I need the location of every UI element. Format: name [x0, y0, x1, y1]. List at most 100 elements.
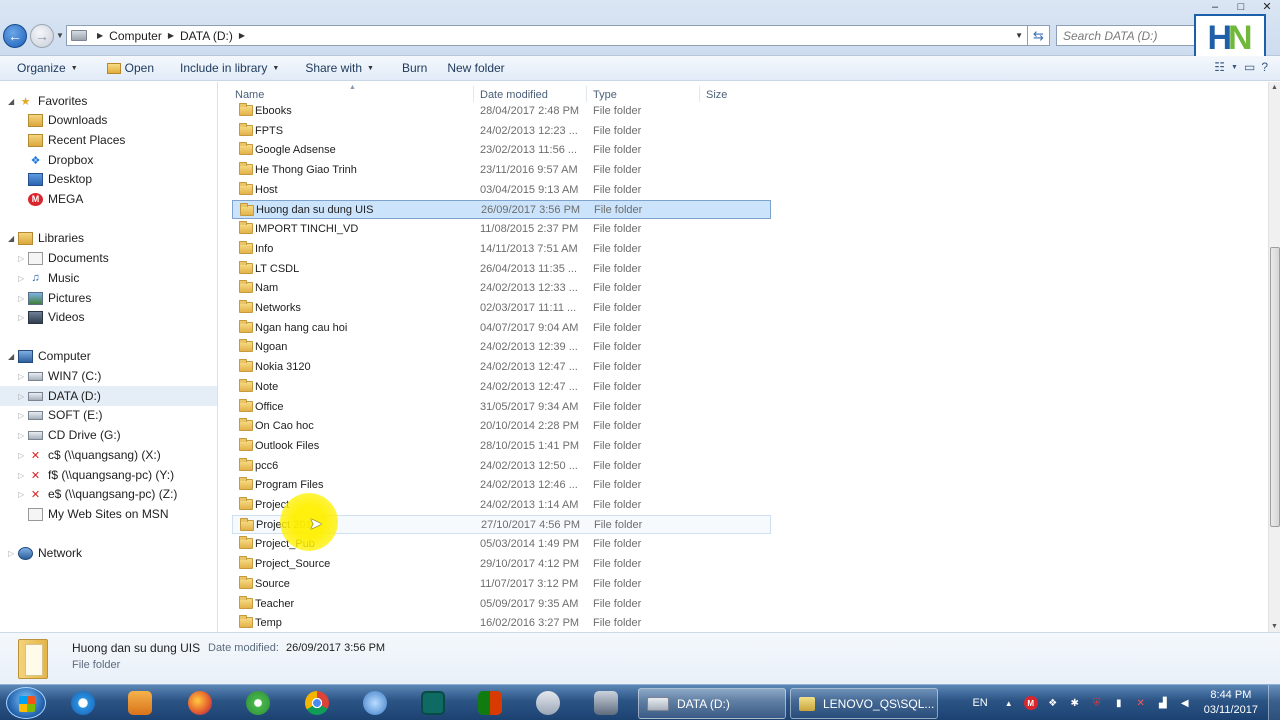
maximize-button[interactable]: □: [1228, 0, 1254, 15]
nav-item-documents[interactable]: ▷ Documents: [18, 248, 109, 268]
file-row[interactable]: Host 03/04/2015 9:13 AM File folder: [232, 180, 771, 199]
include-in-library-menu[interactable]: Include in library ▼: [172, 61, 287, 75]
network-signal-icon[interactable]: ▟: [1156, 696, 1170, 710]
recent-pages-dropdown-icon[interactable]: ▼: [56, 31, 64, 40]
volume-icon[interactable]: ◀: [1178, 696, 1192, 710]
show-hidden-icons-icon[interactable]: ▲: [1002, 696, 1016, 710]
chevron-right-icon[interactable]: ▶: [97, 31, 103, 40]
collapsed-triangle-icon[interactable]: ▷: [18, 313, 28, 322]
file-row[interactable]: On Cao hoc 20/10/2014 2:28 PM File folder: [232, 416, 771, 435]
file-row[interactable]: Google Adsense 23/02/2013 11:56 ... File f…: [232, 140, 771, 159]
collapsed-triangle-icon[interactable]: ▷: [18, 392, 28, 401]
taskbar-vs-app[interactable]: [359, 689, 391, 717]
forward-button[interactable]: →: [30, 24, 54, 48]
taskbar-chrome[interactable]: [301, 689, 333, 717]
file-row[interactable]: FPTS 24/02/2013 12:23 ... File folder: [232, 121, 771, 140]
file-row[interactable]: He Thong Giao Trinh 23/11/2016 9:57 AM Fil…: [232, 160, 771, 179]
column-divider[interactable]: [699, 86, 700, 102]
file-row[interactable]: Program Files 24/02/2013 12:46 ... File fo…: [232, 475, 771, 494]
file-row[interactable]: Huong dan su dung UIS 26/09/2017 3:56 PM F…: [232, 200, 771, 219]
breadcrumb-data-drive[interactable]: DATA (D:): [180, 29, 233, 43]
mega-tray-icon[interactable]: M: [1023, 696, 1038, 710]
nav-item-network-drive-y[interactable]: ▷ ✕ f$ (\\quangsang-pc) (Y:): [18, 465, 174, 485]
nav-item-mega[interactable]: M MEGA: [28, 189, 83, 209]
collapsed-triangle-icon[interactable]: ▷: [18, 451, 28, 460]
file-row[interactable]: Networks 02/03/2017 11:11 ... File folder: [232, 298, 771, 317]
nav-item-music[interactable]: ▷ ♫ Music: [18, 268, 79, 288]
change-view-icon[interactable]: ☷: [1214, 60, 1225, 74]
nav-favorites[interactable]: ◢ ★ Favorites: [8, 91, 87, 111]
nav-item-desktop[interactable]: Desktop: [28, 169, 92, 189]
file-row[interactable]: Temp 16/02/2016 3:27 PM File folder: [232, 613, 771, 632]
taskbar-media-player[interactable]: [124, 689, 156, 717]
power-tray-icon[interactable]: ▮: [1112, 696, 1126, 710]
column-header-date[interactable]: Date modified: [480, 89, 548, 101]
sync-tray-icon[interactable]: ✱: [1068, 696, 1082, 710]
taskbar-terminal-app[interactable]: [417, 689, 449, 717]
organize-menu[interactable]: Organize ▼: [9, 61, 86, 75]
taskbar-green-app[interactable]: [242, 689, 274, 717]
taskbar-internet-explorer[interactable]: [67, 689, 99, 717]
nav-computer[interactable]: ◢ Computer: [8, 346, 91, 366]
taskbar-sql-app[interactable]: [590, 689, 622, 717]
nav-item-downloads[interactable]: Downloads: [28, 110, 107, 130]
nav-item-cd-drive[interactable]: ▷ CD Drive (G:): [18, 425, 121, 445]
nav-item-data-drive[interactable]: ▷ DATA (D:): [0, 386, 217, 406]
collapsed-triangle-icon[interactable]: ▷: [18, 274, 28, 283]
clock[interactable]: 8:44 PM 03/11/2017: [1204, 688, 1258, 718]
close-button[interactable]: ✕: [1254, 0, 1280, 15]
share-with-menu[interactable]: Share with ▼: [297, 61, 382, 75]
scroll-thumb[interactable]: [1270, 247, 1280, 527]
column-header-size[interactable]: Size: [706, 89, 727, 101]
collapsed-triangle-icon[interactable]: ▷: [18, 490, 28, 499]
breadcrumb-computer[interactable]: Computer: [109, 29, 162, 43]
column-divider[interactable]: [586, 86, 587, 102]
taskbar-firefox[interactable]: [184, 689, 216, 717]
address-history-dropdown-icon[interactable]: ▼: [1015, 31, 1023, 40]
file-row[interactable]: Outlook Files 28/10/2015 1:41 PM File fold…: [232, 436, 771, 455]
file-row[interactable]: Note 24/02/2013 12:47 ... File folder: [232, 377, 771, 396]
help-icon[interactable]: ?: [1261, 60, 1268, 74]
task-button-sql[interactable]: LENOVO_QS\SQL...: [790, 688, 938, 719]
new-folder-button[interactable]: New folder: [439, 61, 512, 75]
column-divider[interactable]: [473, 86, 474, 102]
collapsed-triangle-icon[interactable]: ▷: [18, 431, 28, 440]
scroll-down-icon[interactable]: ▼: [1271, 623, 1278, 630]
taskbar-office-app[interactable]: [474, 689, 506, 717]
file-row[interactable]: LT CSDL 26/04/2013 11:35 ... File folder: [232, 259, 771, 278]
show-desktop-button[interactable]: [1268, 685, 1280, 720]
column-header-name[interactable]: Name: [235, 89, 264, 101]
start-button[interactable]: [6, 687, 46, 719]
chevron-right-icon[interactable]: ▶: [168, 31, 174, 40]
open-button[interactable]: Open: [99, 61, 162, 75]
security-tray-icon[interactable]: ⛨: [1090, 696, 1104, 710]
file-row[interactable]: pcc6 24/02/2013 12:50 ... File folder: [232, 456, 771, 475]
expanded-triangle-icon[interactable]: ◢: [8, 352, 18, 361]
nav-item-soft-drive[interactable]: ▷ SOFT (E:): [18, 405, 102, 425]
nav-network[interactable]: ▷ Network: [8, 543, 82, 563]
file-row[interactable]: Project_Source 29/10/2017 4:12 PM File fol…: [232, 554, 771, 573]
nav-item-network-drive-x[interactable]: ▷ ✕ c$ (\\quangsang) (X:): [18, 445, 161, 465]
nav-item-my-web-sites[interactable]: My Web Sites on MSN: [28, 504, 168, 524]
collapsed-triangle-icon[interactable]: ▷: [18, 411, 28, 420]
dropbox-tray-icon[interactable]: ❖: [1046, 696, 1060, 710]
refresh-button[interactable]: ⇆: [1028, 25, 1050, 46]
nav-item-recent-places[interactable]: Recent Places: [28, 130, 125, 150]
collapsed-triangle-icon[interactable]: ▷: [18, 372, 28, 381]
file-row[interactable]: Ebooks 28/04/2017 2:48 PM File folder: [232, 101, 771, 120]
view-dropdown-icon[interactable]: ▼: [1231, 64, 1238, 71]
expanded-triangle-icon[interactable]: ◢: [8, 97, 18, 106]
collapsed-triangle-icon[interactable]: ▷: [8, 549, 18, 558]
taskbar-tool-app[interactable]: [532, 689, 564, 717]
language-indicator[interactable]: EN: [972, 697, 987, 709]
chevron-right-icon[interactable]: ▶: [239, 31, 245, 40]
nav-item-dropbox[interactable]: ❖ Dropbox: [28, 150, 94, 170]
address-path-box[interactable]: ▶ Computer ▶ DATA (D:) ▶ ▼: [66, 25, 1028, 46]
burn-button[interactable]: Burn: [394, 61, 435, 75]
nav-item-videos[interactable]: ▷ Videos: [18, 307, 84, 327]
nav-item-win7-drive[interactable]: ▷ WIN7 (C:): [18, 366, 101, 386]
vertical-scrollbar[interactable]: ▲ ▼: [1268, 82, 1280, 632]
file-row[interactable]: Ngan hang cau hoi 04/07/2017 9:04 AM File …: [232, 318, 771, 337]
task-button-explorer[interactable]: DATA (D:): [638, 688, 786, 719]
nav-item-network-drive-z[interactable]: ▷ ✕ e$ (\\quangsang-pc) (Z:): [18, 484, 177, 504]
